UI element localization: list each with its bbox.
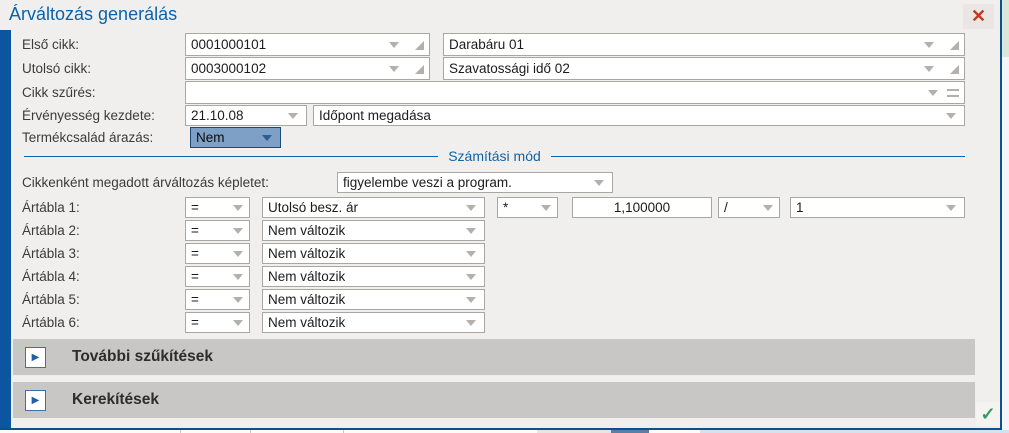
time-mode-combo[interactable]: Időpont megadása xyxy=(313,105,965,126)
price-table-4-label: Ártábla 4: xyxy=(22,269,80,284)
filter-lines-icon[interactable] xyxy=(947,88,959,97)
first-item-label: Első cikk: xyxy=(22,36,80,52)
price-table-4-base-combo[interactable]: Nem változik xyxy=(262,266,485,287)
left-frame-bar xyxy=(0,30,11,428)
dropdown-arrow-icon[interactable] xyxy=(946,204,956,211)
formula-label: Cikkenként megadott árváltozás képletet: xyxy=(22,175,269,190)
price-table-5-op-combo[interactable]: = xyxy=(185,289,250,310)
dropdown-arrow-icon[interactable] xyxy=(233,273,243,280)
dropdown-arrow-icon[interactable] xyxy=(288,112,298,119)
validity-date-combo[interactable]: 21.10.08 xyxy=(185,105,307,126)
background-window-edge xyxy=(1002,57,1009,433)
price-table-1-label: Ártábla 1: xyxy=(22,200,80,215)
background-window-edge xyxy=(1002,0,1009,57)
price-table-1-divisor-combo[interactable]: 1 xyxy=(790,197,965,218)
screen: Árváltozás generálás ✕ Első cikk: 000100… xyxy=(0,0,1009,433)
price-table-3-label: Ártábla 3: xyxy=(22,246,80,261)
dropdown-arrow-icon[interactable] xyxy=(466,273,476,280)
price-table-2-op-combo[interactable]: = xyxy=(185,220,250,241)
dropdown-arrow-icon[interactable] xyxy=(233,227,243,234)
section-title: Számítási mód xyxy=(448,148,541,164)
price-table-6-op-combo[interactable]: = xyxy=(185,312,250,333)
family-pricing-combo[interactable]: Nem xyxy=(190,127,281,148)
dropdown-arrow-icon[interactable] xyxy=(389,41,399,48)
price-table-5-base-combo[interactable]: Nem változik xyxy=(262,289,485,310)
dropdown-arrow-icon[interactable] xyxy=(924,41,934,48)
accordion-further-filters-label: További szűkítések xyxy=(72,348,213,365)
last-item-label: Utolsó cikk: xyxy=(22,60,92,76)
last-item-name-combo[interactable]: Szavatossági idő 02 xyxy=(443,57,965,80)
dropdown-arrow-icon[interactable] xyxy=(466,250,476,257)
dropdown-arrow-icon[interactable] xyxy=(594,179,604,186)
family-pricing-label: Termékcsalád árazás: xyxy=(22,130,154,145)
dropdown-arrow-icon[interactable] xyxy=(233,204,243,211)
first-item-code-combo[interactable]: 0001000101 xyxy=(185,33,430,56)
dropdown-arrow-icon[interactable] xyxy=(763,204,773,211)
price-change-dialog: Árváltozás generálás ✕ Első cikk: 000100… xyxy=(0,0,1002,430)
formula-combo[interactable]: figyelembe veszi a program. xyxy=(337,172,613,193)
lookup-corner-icon[interactable] xyxy=(950,40,959,50)
close-button[interactable]: ✕ xyxy=(963,4,994,29)
confirm-button[interactable]: ✓ xyxy=(976,402,1000,426)
expand-arrow-icon: ▶ xyxy=(31,394,40,406)
dialog-title: Árváltozás generálás xyxy=(9,4,178,24)
price-table-1-op-combo[interactable]: = xyxy=(185,197,250,218)
price-table-2-base-combo[interactable]: Nem változik xyxy=(262,220,485,241)
expand-arrow-icon: ▶ xyxy=(31,351,40,363)
accordion-roundings-label: Kerekítések xyxy=(72,391,160,408)
first-item-name-combo[interactable]: Darabáru 01 xyxy=(443,33,965,56)
dropdown-arrow-icon[interactable] xyxy=(928,89,938,96)
price-table-1-base-combo[interactable]: Utolsó besz. ár xyxy=(262,197,485,218)
price-table-4-op-combo[interactable]: = xyxy=(185,266,250,287)
dropdown-arrow-icon[interactable] xyxy=(466,296,476,303)
checkmark-icon: ✓ xyxy=(980,403,996,424)
lookup-corner-icon[interactable] xyxy=(415,64,424,74)
dropdown-arrow-icon[interactable] xyxy=(946,112,956,119)
dropdown-arrow-icon[interactable] xyxy=(262,134,272,141)
price-table-6-label: Ártábla 6: xyxy=(22,315,80,330)
price-table-2-label: Ártábla 2: xyxy=(22,223,80,238)
calculation-mode-divider: Számítási mód xyxy=(14,147,975,165)
dropdown-arrow-icon[interactable] xyxy=(466,227,476,234)
last-item-code-combo[interactable]: 0003000102 xyxy=(185,57,430,80)
dropdown-arrow-icon[interactable] xyxy=(233,296,243,303)
price-table-1-factor-input[interactable]: 1,100000 xyxy=(572,197,712,218)
price-table-3-base-combo[interactable]: Nem változik xyxy=(262,243,485,264)
expand-button[interactable]: ▶ xyxy=(25,346,46,368)
dropdown-arrow-icon[interactable] xyxy=(466,204,476,211)
validity-start-label: Érvényesség kezdete: xyxy=(22,108,155,123)
dropdown-arrow-icon[interactable] xyxy=(924,65,934,72)
price-table-5-label: Ártábla 5: xyxy=(22,292,80,307)
price-table-6-base-combo[interactable]: Nem változik xyxy=(262,312,485,333)
dropdown-arrow-icon[interactable] xyxy=(541,204,551,211)
item-filter-input[interactable] xyxy=(185,81,965,104)
dropdown-arrow-icon[interactable] xyxy=(466,319,476,326)
expand-button[interactable]: ▶ xyxy=(25,389,46,411)
dropdown-arrow-icon[interactable] xyxy=(389,65,399,72)
price-table-3-op-combo[interactable]: = xyxy=(185,243,250,264)
lookup-corner-icon[interactable] xyxy=(415,40,424,50)
dropdown-arrow-icon[interactable] xyxy=(233,250,243,257)
close-icon: ✕ xyxy=(970,6,987,26)
lookup-corner-icon[interactable] xyxy=(950,64,959,74)
accordion-roundings[interactable]: ▶ Kerekítések xyxy=(13,382,975,418)
price-table-1-mul-op-combo[interactable]: * xyxy=(497,197,558,218)
dropdown-arrow-icon[interactable] xyxy=(233,319,243,326)
accordion-further-filters[interactable]: ▶ További szűkítések xyxy=(13,339,975,375)
item-filter-label: Cikk szűrés: xyxy=(22,85,96,100)
price-table-1-div-op-combo[interactable]: / xyxy=(718,197,780,218)
